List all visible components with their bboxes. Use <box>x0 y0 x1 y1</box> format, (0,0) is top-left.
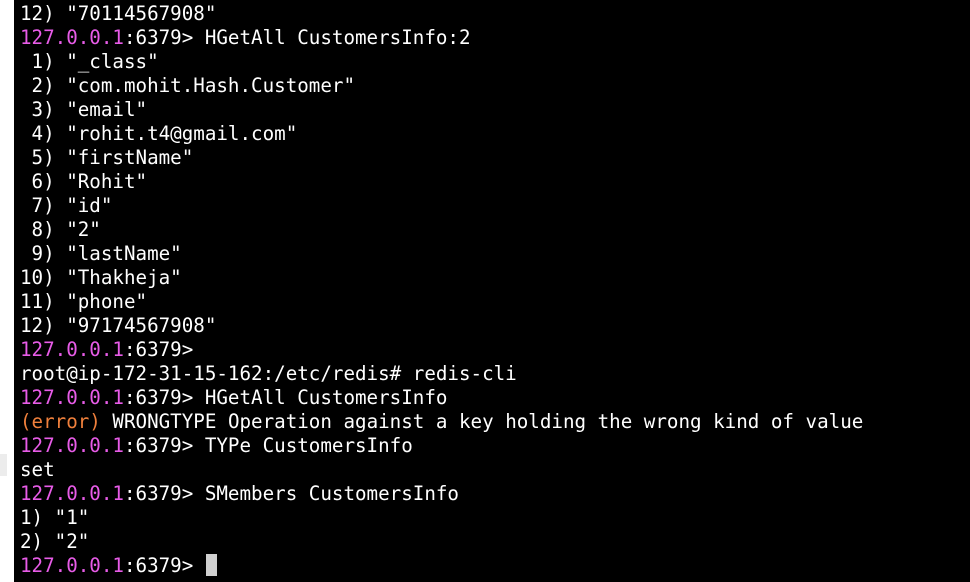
output-text: 1) "1" <box>20 506 90 529</box>
output-line: 2) "com.mohit.Hash.Customer" <box>20 74 863 98</box>
output-text: 7) "id" <box>20 194 113 217</box>
output-text: 3) "email" <box>20 98 148 121</box>
output-line: 11) "phone" <box>20 290 863 314</box>
active-prompt-line: 127.0.0.1:6379> <box>20 554 863 578</box>
output-line: 3) "email" <box>20 98 863 122</box>
output-line: root@ip-172-31-15-162:/etc/redis# redis-… <box>20 362 863 386</box>
output-text: set <box>20 458 55 481</box>
prompt-port: :6379> <box>123 338 194 361</box>
output-line: 12) "97174567908" <box>20 314 863 338</box>
command-text: TYPe CustomersInfo <box>193 434 413 457</box>
command-text: HGetAll CustomersInfo:2 <box>193 26 471 49</box>
prompt-host: 127.0.0.1 <box>20 26 124 49</box>
prompt-line: 127.0.0.1:6379> TYPe CustomersInfo <box>20 434 863 458</box>
error-message: WRONGTYPE Operation against a key holdin… <box>100 410 864 433</box>
output-text: root@ip-172-31-15-162:/etc/redis# redis-… <box>20 362 517 385</box>
output-text: 5) "firstName" <box>20 146 194 169</box>
prompt-port: :6379> <box>123 26 194 49</box>
prompt-line: 127.0.0.1:6379> SMembers CustomersInfo <box>20 482 863 506</box>
output-text: 4) "rohit.t4@gmail.com" <box>20 122 298 145</box>
command-text: SMembers CustomersInfo <box>193 482 459 505</box>
output-text: 8) "2" <box>20 218 101 241</box>
output-text: 12) "97174567908" <box>20 314 217 337</box>
output-text: 6) "Rohit" <box>20 170 148 193</box>
output-line: 8) "2" <box>20 218 863 242</box>
prompt-port: :6379> <box>123 434 194 457</box>
prompt-host: 127.0.0.1 <box>20 482 124 505</box>
terminal-output: 12) "70114567908" 127.0.0.1:6379> HGetAll… <box>20 2 863 578</box>
prompt-host: 127.0.0.1 <box>20 434 124 457</box>
prompt-line: 127.0.0.1:6379> HGetAll CustomersInfo <box>20 386 863 410</box>
output-line: 7) "id" <box>20 194 863 218</box>
error-tag: (error) <box>20 410 101 433</box>
prompt-port: :6379> <box>123 554 194 577</box>
text-cursor[interactable] <box>205 554 217 576</box>
prompt-host: 127.0.0.1 <box>20 554 124 577</box>
output-line: 9) "lastName" <box>20 242 863 266</box>
command-text <box>193 554 205 577</box>
output-line: 1) "_class" <box>20 50 863 74</box>
edge-marker <box>0 454 7 476</box>
output-text: 11) "phone" <box>20 290 148 313</box>
prompt-port: :6379> <box>123 482 194 505</box>
window-edge <box>0 0 14 582</box>
prompt-line: 127.0.0.1:6379> HGetAll CustomersInfo:2 <box>20 26 863 50</box>
output-line: 1) "1" <box>20 506 863 530</box>
error-line: (error) WRONGTYPE Operation against a ke… <box>20 410 863 434</box>
prompt-port: :6379> <box>123 386 194 409</box>
prompt-host: 127.0.0.1 <box>20 386 124 409</box>
output-text: 10) "Thakheja" <box>20 266 182 289</box>
output-text: 12) "70114567908" <box>20 2 217 25</box>
output-line: set <box>20 458 863 482</box>
output-line: 5) "firstName" <box>20 146 863 170</box>
prompt-host: 127.0.0.1 <box>20 338 124 361</box>
command-text: HGetAll CustomersInfo <box>193 386 448 409</box>
prompt-line: 127.0.0.1:6379> <box>20 338 863 362</box>
output-line: 6) "Rohit" <box>20 170 863 194</box>
output-text: 2) "com.mohit.Hash.Customer" <box>20 74 356 97</box>
output-line: 2) "2" <box>20 530 863 554</box>
output-line: 4) "rohit.t4@gmail.com" <box>20 122 863 146</box>
output-line: 10) "Thakheja" <box>20 266 863 290</box>
output-text: 2) "2" <box>20 530 90 553</box>
output-text: 9) "lastName" <box>20 242 182 265</box>
output-line: 12) "70114567908" <box>20 2 863 26</box>
output-text: 1) "_class" <box>20 50 159 73</box>
terminal-window[interactable]: 12) "70114567908" 127.0.0.1:6379> HGetAll… <box>14 0 970 582</box>
